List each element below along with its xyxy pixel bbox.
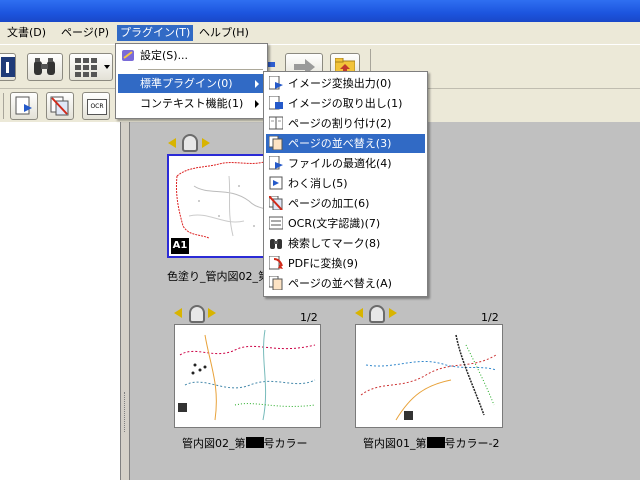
file-optimize-icon — [269, 156, 283, 170]
document-caption-text: 色塗り_管内図02_第 — [167, 270, 269, 283]
next-page-arrow-icon[interactable] — [202, 138, 210, 148]
thumbnail-view-button[interactable] — [69, 53, 113, 81]
page-edit-button[interactable] — [10, 92, 38, 120]
chevron-down-icon[interactable] — [104, 65, 110, 69]
standard-plugins-submenu: イメージ変換出力(0) イメージの取り出し(1) ページの割り付け(2) ページ… — [263, 71, 428, 297]
document-caption-start: 管内図01_第 — [363, 437, 427, 450]
bookmark-pane[interactable] — [0, 122, 121, 480]
menu-item-label: ページの加工(6) — [288, 197, 370, 210]
image-extract-icon — [269, 96, 283, 110]
next-page-arrow-icon[interactable] — [389, 308, 397, 318]
clip-icon — [189, 305, 205, 323]
ocr-icon — [269, 216, 283, 230]
page-preview — [355, 324, 503, 428]
frame-erase-icon — [269, 176, 283, 190]
menu-help[interactable]: ヘルプ(H) — [196, 25, 252, 41]
image-export-icon — [269, 76, 283, 90]
menu-item-standard-plugins[interactable]: 標準プラグイン(0) — [118, 74, 265, 93]
menu-item-label: コンテキスト機能(1) — [140, 97, 244, 110]
ocr-icon: OCR — [87, 99, 107, 115]
menu-item-label: PDFに変換(9) — [288, 257, 359, 270]
page-preview — [174, 324, 321, 428]
menu-item-label: OCR(文字認識)(7) — [288, 217, 381, 230]
splitter-grip — [124, 392, 127, 432]
pdf-convert-icon — [269, 256, 283, 270]
document-caption-end: 号カラー — [263, 437, 308, 450]
menu-plugin[interactable]: プラグイン(T) — [117, 25, 194, 41]
title-bar — [0, 0, 640, 22]
page-count: 1/2 — [300, 311, 318, 324]
toolbar-separator — [3, 93, 4, 119]
menu-item-label: 設定(S)... — [140, 49, 189, 62]
page-count: 1/2 — [481, 311, 499, 324]
document-caption-end: 号カラー-2 — [444, 437, 500, 450]
binoculars-icon — [34, 58, 55, 75]
map-preview-image — [178, 329, 316, 421]
menu-separator — [138, 69, 263, 70]
page-process-icon — [50, 96, 69, 116]
grid-view-icon — [75, 58, 97, 77]
menu-item-label: 標準プラグイン(0) — [140, 77, 233, 90]
document-caption: 色塗り_管内図02_第 — [167, 268, 269, 284]
binoculars-icon — [270, 239, 282, 249]
menu-item-frame-erase[interactable]: わく消し(5) — [266, 174, 425, 193]
blue-indicator-icon — [267, 62, 275, 67]
map-preview-image — [360, 334, 497, 421]
menu-item-page-reorder[interactable]: ページの並べ替え(3) — [266, 134, 425, 153]
submenu-arrow-icon — [255, 100, 259, 108]
menu-item-label: 検索してマーク(8) — [288, 237, 381, 250]
menu-item-page-reorder-alt[interactable]: ページの並べ替え(A) — [266, 274, 425, 293]
menu-item-label: イメージ変換出力(0) — [288, 77, 392, 90]
menu-item-settings[interactable]: 設定(S)... — [118, 46, 265, 65]
menu-bar: 文書(D) ページ(P) プラグイン(T) ヘルプ(H) — [0, 22, 640, 44]
prev-page-arrow-icon[interactable] — [174, 308, 182, 318]
document-caption-start: 管内図02_第 — [182, 437, 246, 450]
menu-item-page-process[interactable]: ページの加工(6) — [266, 194, 425, 213]
menu-item-label: ページの並べ替え(A) — [288, 277, 392, 290]
prev-page-arrow-icon[interactable] — [355, 308, 363, 318]
pane-splitter[interactable] — [121, 122, 129, 480]
menu-item-page-layout[interactable]: ページの割り付け(2) — [266, 114, 425, 133]
menu-item-image-extract[interactable]: イメージの取り出し(1) — [266, 94, 425, 113]
menu-page[interactable]: ページ(P) — [58, 25, 112, 41]
info-button[interactable] — [0, 53, 16, 81]
page-edit-icon — [15, 96, 32, 115]
page-process-icon — [269, 196, 283, 210]
plugin-menu: 設定(S)... 標準プラグイン(0) コンテキスト機能(1) — [115, 43, 268, 119]
prev-page-arrow-icon[interactable] — [168, 138, 176, 148]
menu-document[interactable]: 文書(D) — [4, 25, 49, 41]
page-size-badge: A1 — [171, 238, 189, 254]
page-layout-icon — [269, 116, 283, 130]
menu-item-search-mark[interactable]: 検索してマーク(8) — [266, 234, 425, 253]
next-page-arrow-icon[interactable] — [208, 308, 216, 318]
menu-item-label: ページの割り付け(2) — [288, 117, 392, 130]
menu-item-context-functions[interactable]: コンテキスト機能(1) — [118, 94, 265, 113]
find-button[interactable] — [27, 53, 63, 81]
clip-icon — [182, 134, 198, 152]
page-reorder-icon — [269, 136, 283, 150]
menu-item-convert-pdf[interactable]: PDFに変換(9) — [266, 254, 425, 273]
menu-item-label: ファイルの最適化(4) — [288, 157, 392, 170]
settings-icon — [122, 50, 134, 61]
menu-item-ocr[interactable]: OCR(文字認識)(7) — [266, 214, 425, 233]
clip-icon — [369, 305, 385, 323]
menu-item-label: ページの並べ替え(3) — [288, 137, 392, 150]
page-process-button[interactable] — [46, 92, 74, 120]
submenu-arrow-icon — [255, 80, 259, 88]
menu-item-file-optimize[interactable]: ファイルの最適化(4) — [266, 154, 425, 173]
document-caption: 管内図02_第 号カラー — [182, 435, 308, 451]
redacted-block — [426, 437, 445, 448]
info-icon — [1, 57, 15, 77]
redacted-block — [245, 437, 264, 448]
page-reorder-icon — [269, 276, 283, 290]
menu-item-image-export[interactable]: イメージ変換出力(0) — [266, 74, 425, 93]
ocr-button[interactable]: OCR — [82, 92, 110, 120]
document-caption: 管内図01_第 号カラー-2 — [363, 435, 499, 451]
menu-item-label: イメージの取り出し(1) — [288, 97, 403, 110]
menu-item-label: わく消し(5) — [288, 177, 348, 190]
